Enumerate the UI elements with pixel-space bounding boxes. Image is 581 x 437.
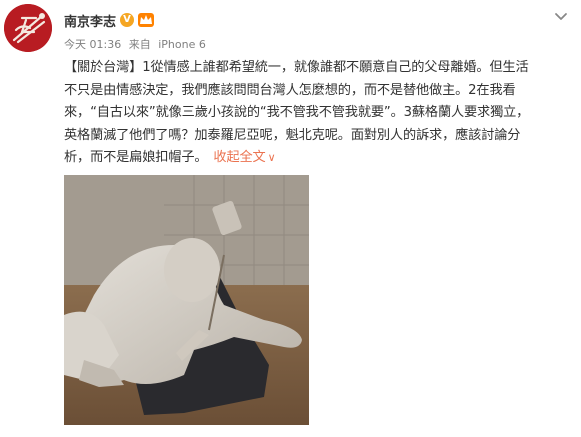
member-crown-icon[interactable] — [138, 13, 155, 27]
collapse-label: 收起全文 — [213, 150, 266, 166]
source-prefix: 来自 — [128, 38, 151, 51]
collapse-arrow-icon: ∨ — [267, 151, 276, 165]
chinese-knot-emblem-icon — [4, 4, 52, 52]
post-line: 【關於台灣】1從情感上誰都希望統一，就像誰都不願意自己的父母離婚。但生活 — [64, 60, 529, 75]
weibo-post: 南京李志 V 今天 01:36 来自 iPhone 6 【關於台灣】1從情感上誰… — [0, 0, 581, 437]
post-line-last: 析，而不是扁娘扣帽子。 收起全文 ∨ — [64, 147, 569, 170]
post-time[interactable]: 今天 01:36 — [64, 38, 121, 51]
post-line: 來，“自古以來”就像三歲小孩說的“我不管我不管我就要”。3蘇格蘭人要求獨立， — [64, 105, 530, 121]
verified-badge-icon: V — [120, 13, 135, 27]
post-image[interactable] — [64, 175, 309, 425]
post-meta: 今天 01:36 来自 iPhone 6 — [64, 36, 210, 52]
post-line: 不只是由情感決定，我們應該問問台灣人怎麼想的，而不是替他做主。2在我看 — [64, 82, 516, 98]
post-source[interactable]: iPhone 6 — [158, 38, 206, 51]
sculpture-photo-image — [64, 175, 309, 425]
user-row: 南京李志 V — [64, 10, 155, 30]
chevron-down-icon[interactable] — [553, 10, 569, 24]
post-last-text: 析，而不是扁娘扣帽子。 — [64, 150, 208, 166]
user-name[interactable]: 南京李志 — [64, 11, 116, 30]
post-line: 英格蘭滅了他們了嗎？加泰羅尼亞呢，魁北克呢。面對別人的訴求，應該討論分 — [64, 127, 521, 143]
post-text: 【關於台灣】1從情感上誰都希望統一，就像誰都不願意自己的父母離婚。但生活 不只是… — [64, 57, 569, 170]
collapse-text-link[interactable]: 收起全文 ∨ — [213, 150, 275, 165]
user-avatar[interactable] — [4, 4, 52, 52]
